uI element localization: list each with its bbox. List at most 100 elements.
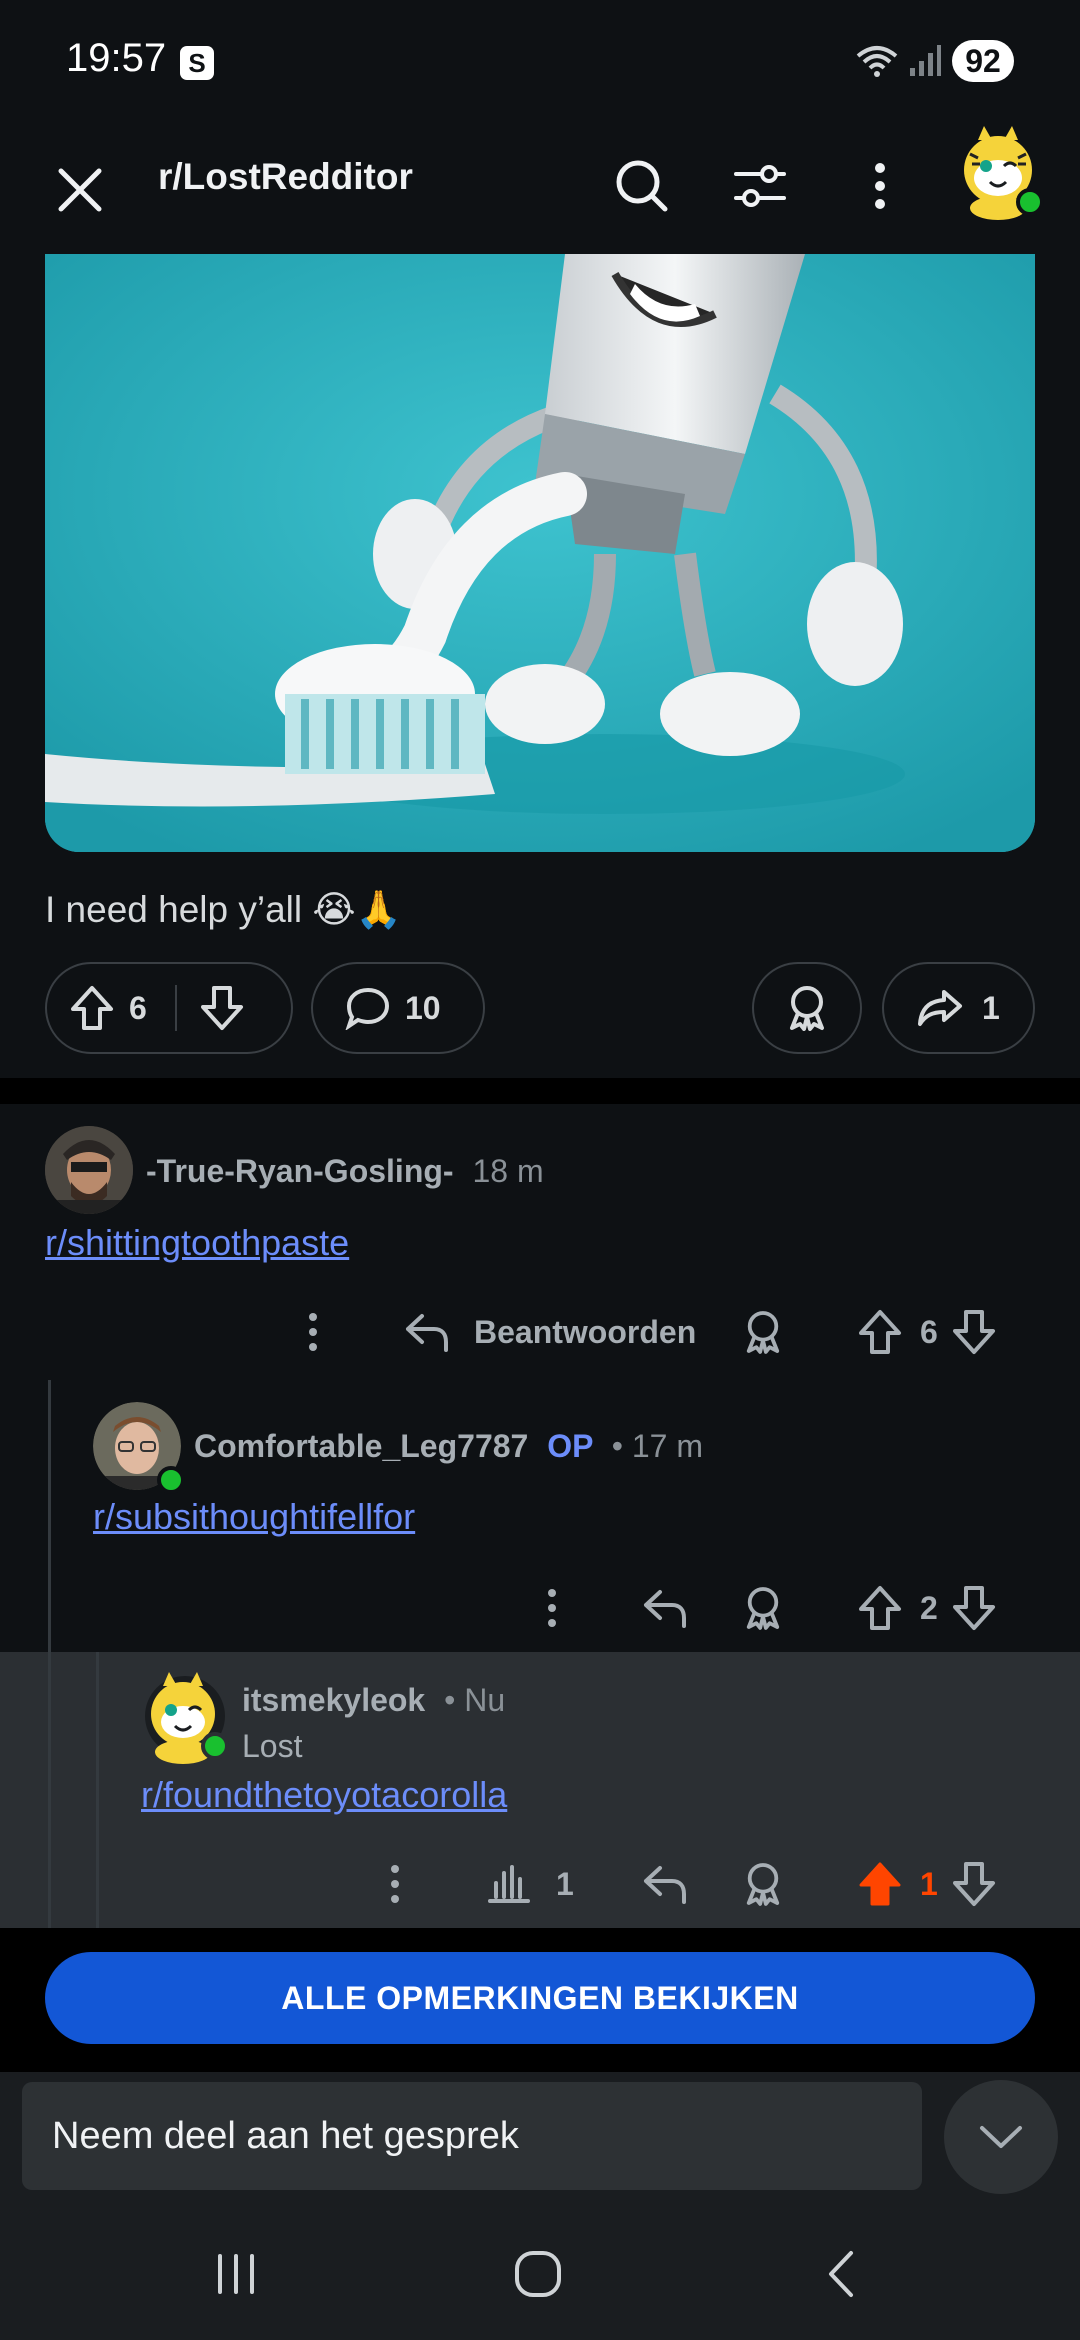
award-icon (746, 1863, 780, 1906)
comment-avatar[interactable] (93, 1402, 185, 1494)
more-options-button[interactable] (840, 146, 920, 226)
award-icon (746, 1587, 780, 1630)
comment-author[interactable]: -True-Ryan-Gosling- (146, 1153, 454, 1189)
comment-award-button[interactable] (744, 1582, 782, 1634)
insights-button[interactable]: 1 (488, 1858, 574, 1910)
recent-apps-button[interactable] (196, 2234, 276, 2314)
downvote-arrow-icon[interactable] (952, 1585, 996, 1631)
share-count: 1 (982, 989, 1000, 1026)
back-chevron-icon (829, 2251, 853, 2297)
system-nav-bar (0, 2200, 1080, 2340)
share-button[interactable]: 1 (882, 962, 1035, 1054)
collapse-button[interactable] (944, 2080, 1058, 2194)
thread-line (96, 1652, 99, 1928)
comment-link[interactable]: r/shittingtoothpaste (45, 1222, 349, 1264)
search-button[interactable] (602, 146, 682, 226)
award-button[interactable] (752, 962, 862, 1054)
comment-link[interactable]: r/foundthetoyotacorolla (141, 1774, 507, 1816)
award-icon (746, 1311, 780, 1354)
reply-button[interactable]: Beantwoorden (404, 1306, 696, 1358)
comment-count: 10 (405, 989, 441, 1026)
award-icon (790, 986, 824, 1031)
post-body-text: I need help y’all 😭🙏 (45, 889, 402, 930)
downvote-arrow-icon (200, 986, 243, 1030)
comment-vote: 6 (858, 1306, 996, 1358)
bar-chart-icon (488, 1865, 530, 1903)
comment-vote: 1 (858, 1858, 996, 1910)
status-time: 19:57 (66, 36, 167, 80)
chevron-down-icon (980, 2126, 1022, 2148)
battery-indicator: 92 (952, 40, 1014, 82)
comment-vote-count: 2 (920, 1589, 938, 1626)
comment-award-button[interactable] (744, 1858, 782, 1910)
back-button[interactable] (800, 2234, 880, 2314)
comment-vote-count: 6 (920, 1313, 938, 1350)
recent-apps-icon (218, 2254, 254, 2294)
upvote-button[interactable] (47, 964, 137, 1052)
thread-line (48, 1652, 51, 1928)
view-all-comments-button[interactable]: ALLE OPMERKINGEN BEKIJKEN (45, 1952, 1035, 2044)
notification-s-icon: S (180, 46, 214, 80)
more-vertical-icon (309, 1313, 317, 1351)
view-count: 1 (556, 1865, 574, 1902)
sort-filter-button[interactable] (720, 146, 800, 226)
downvote-arrow-icon[interactable] (952, 1309, 996, 1355)
post-image[interactable] (45, 254, 1035, 852)
comment-author[interactable]: Comfortable_Leg7787 (194, 1428, 528, 1464)
reply-button[interactable] (642, 1858, 688, 1910)
comment-author-line: Comfortable_Leg7787 OP • 17 m (194, 1428, 703, 1465)
more-vertical-icon (875, 163, 885, 209)
comment-time: • 17 m (611, 1428, 703, 1464)
comment-author-line: itsmekyleok • Nu (242, 1682, 505, 1719)
comment-time: 18 m (472, 1153, 544, 1189)
sliders-icon (734, 165, 786, 207)
comment-vote: 2 (858, 1582, 996, 1634)
comment-avatar[interactable] (45, 1126, 133, 1214)
user-photo-avatar-icon (45, 1126, 133, 1214)
comment-link[interactable]: r/subsithoughtifellfor (93, 1496, 415, 1538)
reply-arrow-icon (644, 1866, 686, 1904)
status-bar: 19:57 S 92 (0, 0, 1080, 120)
more-vertical-icon (548, 1589, 556, 1627)
user-avatar-button[interactable] (956, 120, 1046, 220)
upvote-arrow-icon[interactable] (858, 1585, 902, 1631)
op-badge: OP (547, 1428, 593, 1464)
user-flair: Lost (242, 1728, 303, 1764)
comment-more-button[interactable] (535, 1582, 569, 1634)
comment-vote-count: 1 (920, 1865, 938, 1902)
comment-more-button[interactable] (296, 1306, 330, 1358)
comment-more-button[interactable] (378, 1858, 412, 1910)
upvote-arrow-icon[interactable] (858, 1309, 902, 1355)
home-button[interactable] (498, 2234, 578, 2314)
snoo-tiger-avatar-icon (964, 126, 1044, 220)
join-conversation-input[interactable]: Neem deel aan het gesprek (22, 2082, 922, 2190)
comment-time: • Nu (444, 1682, 506, 1718)
top-app-bar: r/LostRedditor (0, 120, 1080, 254)
downvote-arrow-icon[interactable] (952, 1861, 996, 1907)
section-divider (0, 1078, 1080, 1104)
comment-bubble-icon (345, 987, 390, 1030)
reply-arrow-icon (406, 1314, 448, 1352)
post-vote-count: 6 (129, 989, 147, 1026)
online-status-dot (157, 1466, 185, 1494)
upvote-filled-icon[interactable] (858, 1861, 902, 1907)
comment-author[interactable]: itsmekyleok (242, 1682, 425, 1718)
comment-award-button[interactable] (744, 1306, 782, 1358)
snoo-tiger-avatar-icon (145, 1672, 229, 1764)
downvote-button[interactable] (177, 964, 267, 1052)
toothpaste-character-illustration (45, 254, 1035, 852)
reply-arrow-icon (644, 1590, 686, 1628)
wifi-icon (856, 46, 898, 77)
upvote-arrow-icon (71, 986, 113, 1030)
reply-button[interactable] (642, 1582, 688, 1634)
signal-icon (910, 45, 941, 76)
search-icon (616, 160, 668, 212)
reply-label: Beantwoorden (474, 1313, 697, 1350)
comments-button[interactable]: 10 (311, 962, 485, 1054)
comment-avatar[interactable] (140, 1664, 232, 1764)
comment-author-line: -True-Ryan-Gosling- 18 m (146, 1153, 544, 1190)
close-icon (58, 168, 102, 212)
close-button[interactable] (40, 150, 120, 230)
subreddit-title[interactable]: r/LostRedditor (158, 156, 413, 198)
more-vertical-icon (391, 1865, 399, 1903)
